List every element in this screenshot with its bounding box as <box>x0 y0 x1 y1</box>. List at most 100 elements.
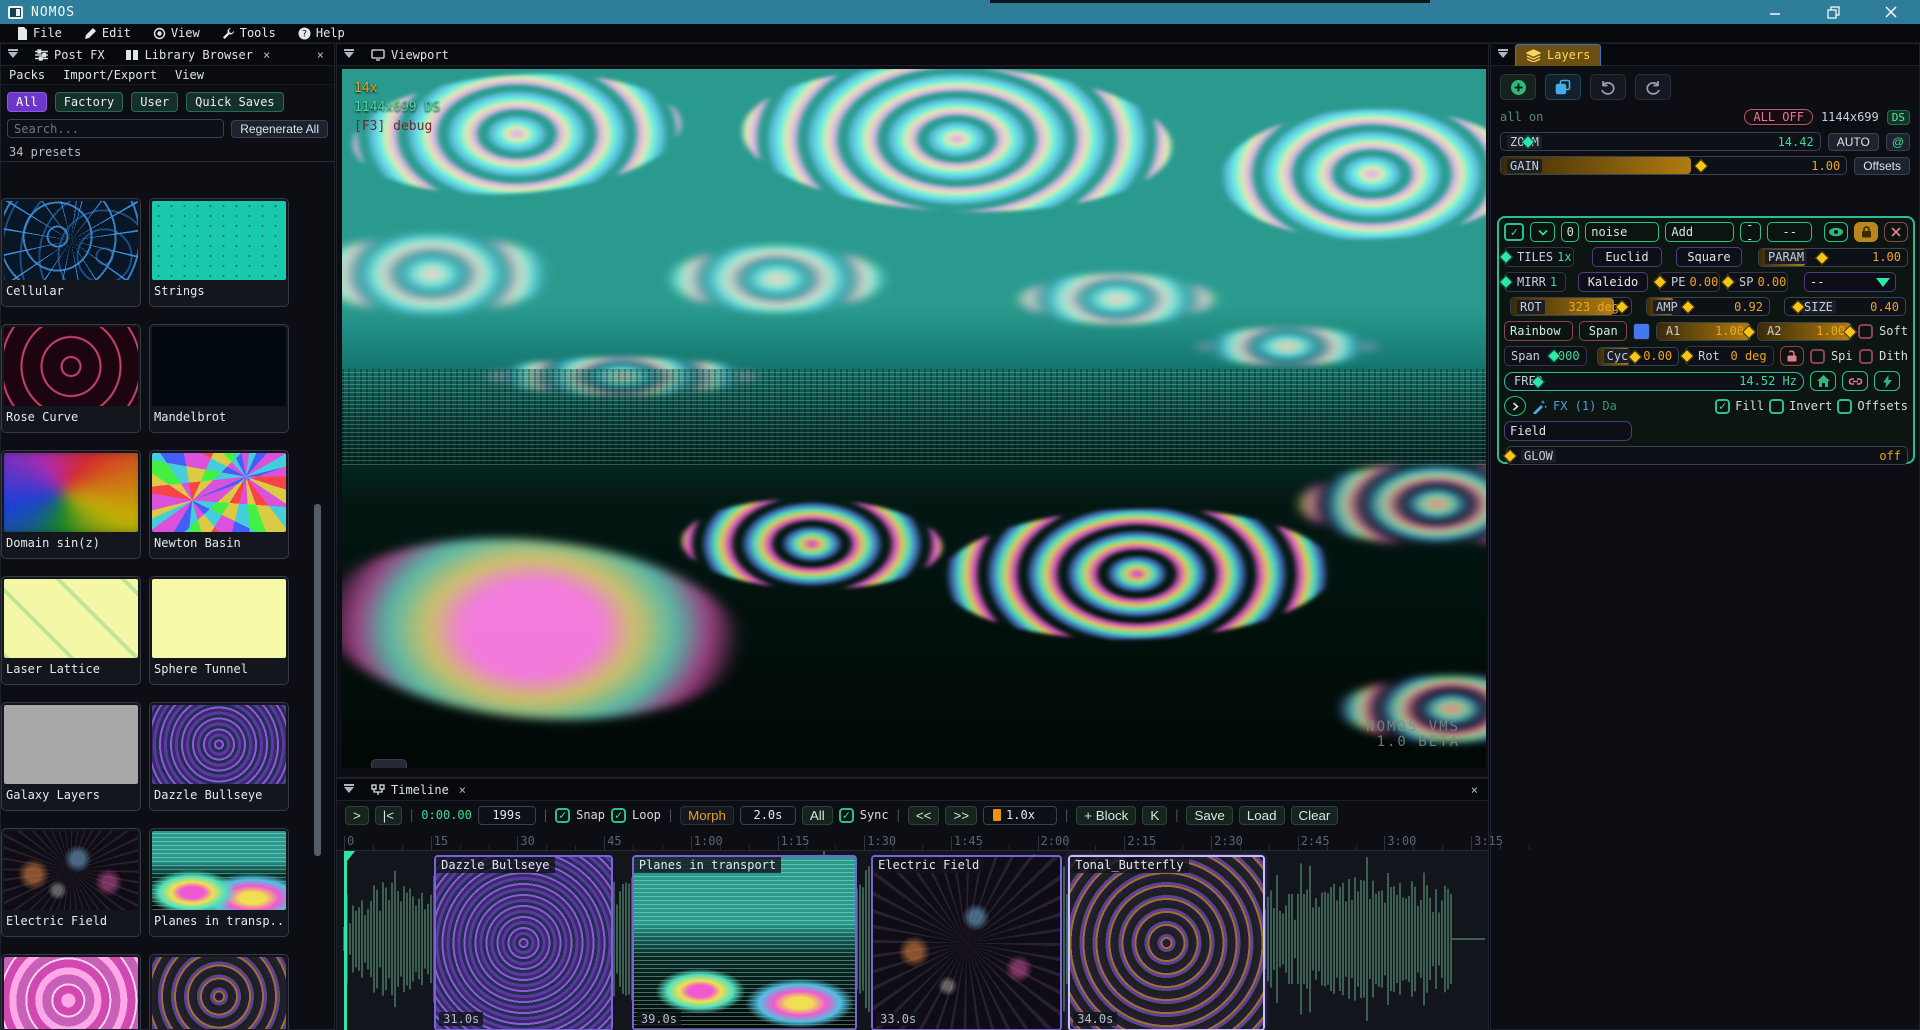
loop-checkbox[interactable] <box>611 808 626 823</box>
slider-knob[interactable] <box>1499 250 1513 264</box>
length-field[interactable]: 199s <box>478 806 536 825</box>
soft-checkbox[interactable] <box>1858 324 1873 339</box>
cyc-slider[interactable]: Cyc 0.00 <box>1597 347 1680 366</box>
layer-enable-checkbox[interactable] <box>1504 223 1524 241</box>
panel-close-icon[interactable]: × <box>1471 783 1478 797</box>
tab-post-fx[interactable]: Post FX <box>25 44 115 66</box>
restore-button[interactable] <box>1804 0 1862 24</box>
glow-slider[interactable]: GLOW off <box>1506 446 1908 465</box>
link-button[interactable] <box>1842 371 1868 391</box>
span-slider[interactable]: Span 000 <box>1504 346 1587 366</box>
menu-view[interactable]: View <box>144 24 209 43</box>
search-input[interactable] <box>7 119 224 138</box>
all-on-label[interactable]: all on <box>1500 110 1543 124</box>
titlebar[interactable]: NOMOS <box>0 0 1920 24</box>
preset-card[interactable]: Tonal_Butterfly <box>149 954 289 1029</box>
invert-checkbox[interactable] <box>1769 399 1784 414</box>
panel-close-icon[interactable]: × <box>317 48 324 62</box>
preset-card[interactable]: Strings <box>149 198 289 307</box>
timeline-clip[interactable]: Tonal_Butterfly 34.0s <box>1068 855 1265 1030</box>
redo-button[interactable] <box>1635 74 1671 100</box>
ds-badge[interactable]: DS <box>1887 110 1910 125</box>
preset-card[interactable]: Electric Field <box>1 828 141 937</box>
rot-slider[interactable]: ROT 323 deg <box>1510 297 1632 316</box>
home-button[interactable] <box>1810 371 1836 391</box>
slider-knob[interactable] <box>1503 449 1517 463</box>
preset-card[interactable]: Domain sin(z) <box>1 450 141 559</box>
tab-close-icon[interactable]: × <box>459 783 466 797</box>
all-off-button[interactable]: ALL OFF <box>1744 109 1813 125</box>
collapse-panel-button[interactable]: « <box>371 759 407 768</box>
pal-rot-slider[interactable]: Rot 0 deg <box>1685 346 1774 366</box>
tab-timeline[interactable]: Timeline × <box>361 779 476 801</box>
save-button[interactable]: Save <box>1186 806 1232 825</box>
kaleido-select[interactable]: Kaleido <box>1578 272 1648 292</box>
menu-tools[interactable]: Tools <box>213 24 285 43</box>
layer-index[interactable]: 0 <box>1561 222 1579 242</box>
slot-b-field[interactable]: -- <box>1767 222 1812 242</box>
speed-field[interactable]: 1.0x <box>983 806 1057 825</box>
gain-offsets-button[interactable]: Offsets <box>1854 157 1910 175</box>
play-button[interactable]: > <box>345 806 369 825</box>
offsets-checkbox[interactable] <box>1837 399 1852 414</box>
preset-card[interactable]: Dazzle Bullseye <box>149 702 289 811</box>
lock-button[interactable] <box>1854 222 1878 242</box>
blend-mode-select[interactable]: Add <box>1665 222 1734 242</box>
add-block-button[interactable]: + Block <box>1076 806 1136 825</box>
window-select[interactable]: Square <box>1676 247 1742 267</box>
library-scrollbar[interactable] <box>314 504 321 856</box>
menu-packs[interactable]: Packs <box>9 68 45 82</box>
snap-checkbox[interactable] <box>555 808 570 823</box>
add-layer-button[interactable] <box>1500 74 1536 100</box>
close-window-button[interactable] <box>1862 0 1920 24</box>
slider-knob[interactable] <box>1499 275 1513 289</box>
preset-card[interactable]: Rose Curve <box>1 324 141 433</box>
regenerate-all-button[interactable]: Regenerate All <box>231 120 328 138</box>
a2-slider[interactable]: A2 1.00 <box>1757 322 1852 341</box>
mod-select[interactable]: -- <box>1804 272 1896 292</box>
menu-help[interactable]: ? Help <box>289 24 354 43</box>
bolt-button[interactable] <box>1874 371 1900 391</box>
morph-button[interactable]: Morph <box>680 806 734 825</box>
gain-slider[interactable]: GAIN 1.00 <box>1500 156 1847 175</box>
preset-card[interactable]: Rainbow Road <box>1 954 141 1029</box>
palette-select[interactable]: Rainbow <box>1504 321 1573 341</box>
preset-card[interactable]: Sphere Tunnel <box>149 576 289 685</box>
layer-name-field[interactable]: noise <box>1585 222 1659 242</box>
next-block-button[interactable]: >> <box>945 806 977 825</box>
duplicate-layer-button[interactable] <box>1545 74 1581 100</box>
all-button[interactable]: All <box>802 806 833 825</box>
rewind-button[interactable]: |< <box>375 806 402 825</box>
layer-expand-button[interactable] <box>1530 222 1555 242</box>
menu-file[interactable]: File <box>8 24 71 43</box>
slot-a-button[interactable]: -- <box>1740 222 1761 242</box>
solo-eye-button[interactable] <box>1824 222 1848 242</box>
clear-button[interactable]: Clear <box>1291 806 1339 825</box>
filter-user[interactable]: User <box>131 92 178 112</box>
a1-slider[interactable]: A1 1.00 <box>1656 322 1751 341</box>
palette-lock-button[interactable] <box>1780 346 1805 366</box>
slider-knob[interactable] <box>1721 275 1735 289</box>
slider-knob[interactable] <box>1681 300 1695 314</box>
preset-card[interactable]: Galaxy Layers <box>1 702 141 811</box>
panel-menu-chevron-icon[interactable] <box>344 52 354 58</box>
preset-card[interactable]: Newton Basin <box>149 450 289 559</box>
timeline-ruler[interactable]: 01530451:001:151:301:452:002:152:302:453… <box>337 831 1488 851</box>
mirror-slider[interactable]: MIRR 1 <box>1504 272 1566 292</box>
panel-menu-chevron-icon[interactable] <box>8 52 18 58</box>
menu-import-export[interactable]: Import/Export <box>63 68 157 82</box>
dith-checkbox[interactable] <box>1859 349 1873 364</box>
sync-checkbox[interactable] <box>839 808 854 823</box>
fx-count-label[interactable]: FX (1) <box>1553 399 1596 413</box>
minimize-button[interactable] <box>1746 0 1804 24</box>
undo-button[interactable] <box>1590 74 1626 100</box>
slider-knob[interactable] <box>1653 275 1667 289</box>
slider-knob[interactable] <box>1815 250 1829 264</box>
tab-library-browser[interactable]: Library Browser × <box>115 44 281 66</box>
timeline-clip[interactable]: Planes in transport 39.0s <box>632 855 857 1030</box>
preset-card[interactable]: Laser Lattice <box>1 576 141 685</box>
panel-menu-chevron-icon[interactable] <box>1498 52 1508 58</box>
color-swatch[interactable] <box>1633 323 1650 340</box>
tab-viewport[interactable]: Viewport <box>361 44 459 66</box>
field-input[interactable]: Field <box>1504 421 1632 441</box>
